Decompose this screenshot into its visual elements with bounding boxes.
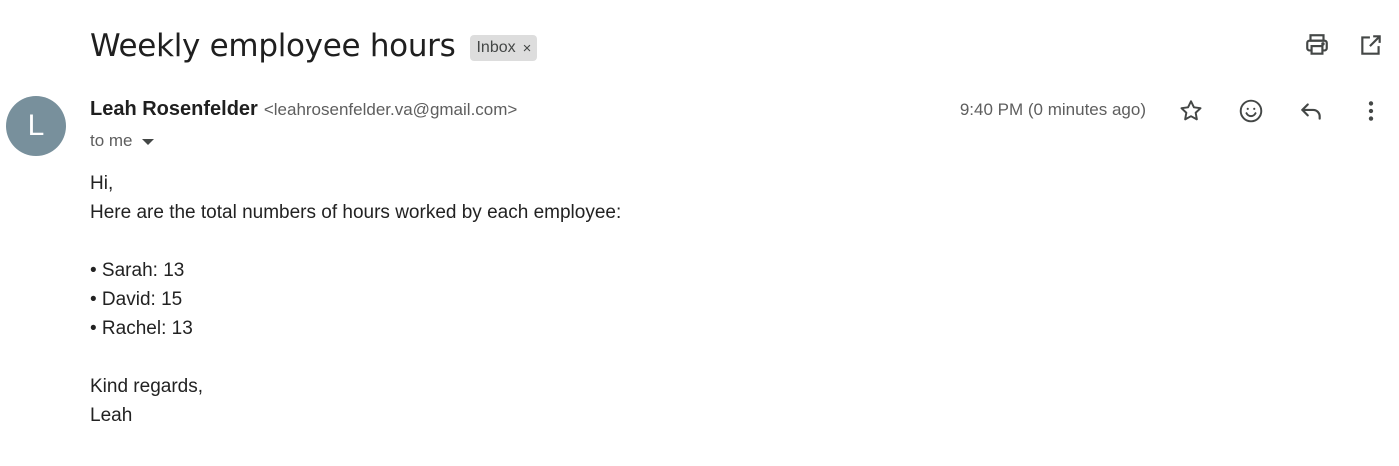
print-button[interactable] [1302, 30, 1332, 60]
open-in-new-window-button[interactable] [1356, 30, 1386, 60]
sender-name[interactable]: Leah Rosenfelder [90, 98, 258, 121]
body-greeting: Hi, [90, 173, 114, 194]
more-options-button[interactable] [1356, 96, 1386, 126]
sender-email: <leahrosenfelder.va@gmail.com> [263, 100, 518, 119]
label-chip-text: Inbox [476, 39, 516, 56]
print-icon [1304, 32, 1330, 58]
email-subject-row: Weekly employee hours Inbox × [90, 24, 538, 68]
recipient-line: to me [90, 130, 154, 152]
avatar-initial: L [27, 109, 45, 142]
body-signature: Leah [90, 405, 133, 426]
body-list-item: • Rachel: 13 [90, 318, 193, 339]
email-timestamp: 9:40 PM (0 minutes ago) [959, 100, 1146, 119]
sender-line: Leah Rosenfelder <leahrosenfelder.va@gma… [90, 98, 517, 124]
add-reaction-button[interactable] [1236, 96, 1266, 126]
more-options-icon [1358, 98, 1384, 124]
message-body: Hi, Here are the total numbers of hours … [90, 169, 621, 430]
body-list-item: • Sarah: 13 [90, 260, 185, 281]
remove-label-icon[interactable]: × [523, 41, 532, 56]
star-button[interactable] [1176, 96, 1206, 126]
open-in-new-window-icon [1358, 32, 1384, 58]
show-details-caret-icon[interactable] [141, 139, 154, 145]
body-closing: Kind regards, [90, 376, 204, 397]
reply-icon [1298, 98, 1324, 124]
inbox-label-chip[interactable]: Inbox × [470, 35, 538, 61]
body-list-item: • David: 15 [90, 289, 183, 310]
emoji-reaction-icon [1238, 98, 1264, 124]
reply-button[interactable] [1296, 96, 1326, 126]
recipient-text: to me [90, 131, 133, 150]
star-icon [1178, 98, 1204, 124]
email-subject: Weekly employee hours [90, 28, 456, 64]
body-intro: Here are the total numbers of hours work… [90, 202, 622, 223]
sender-avatar[interactable]: L [6, 96, 66, 156]
